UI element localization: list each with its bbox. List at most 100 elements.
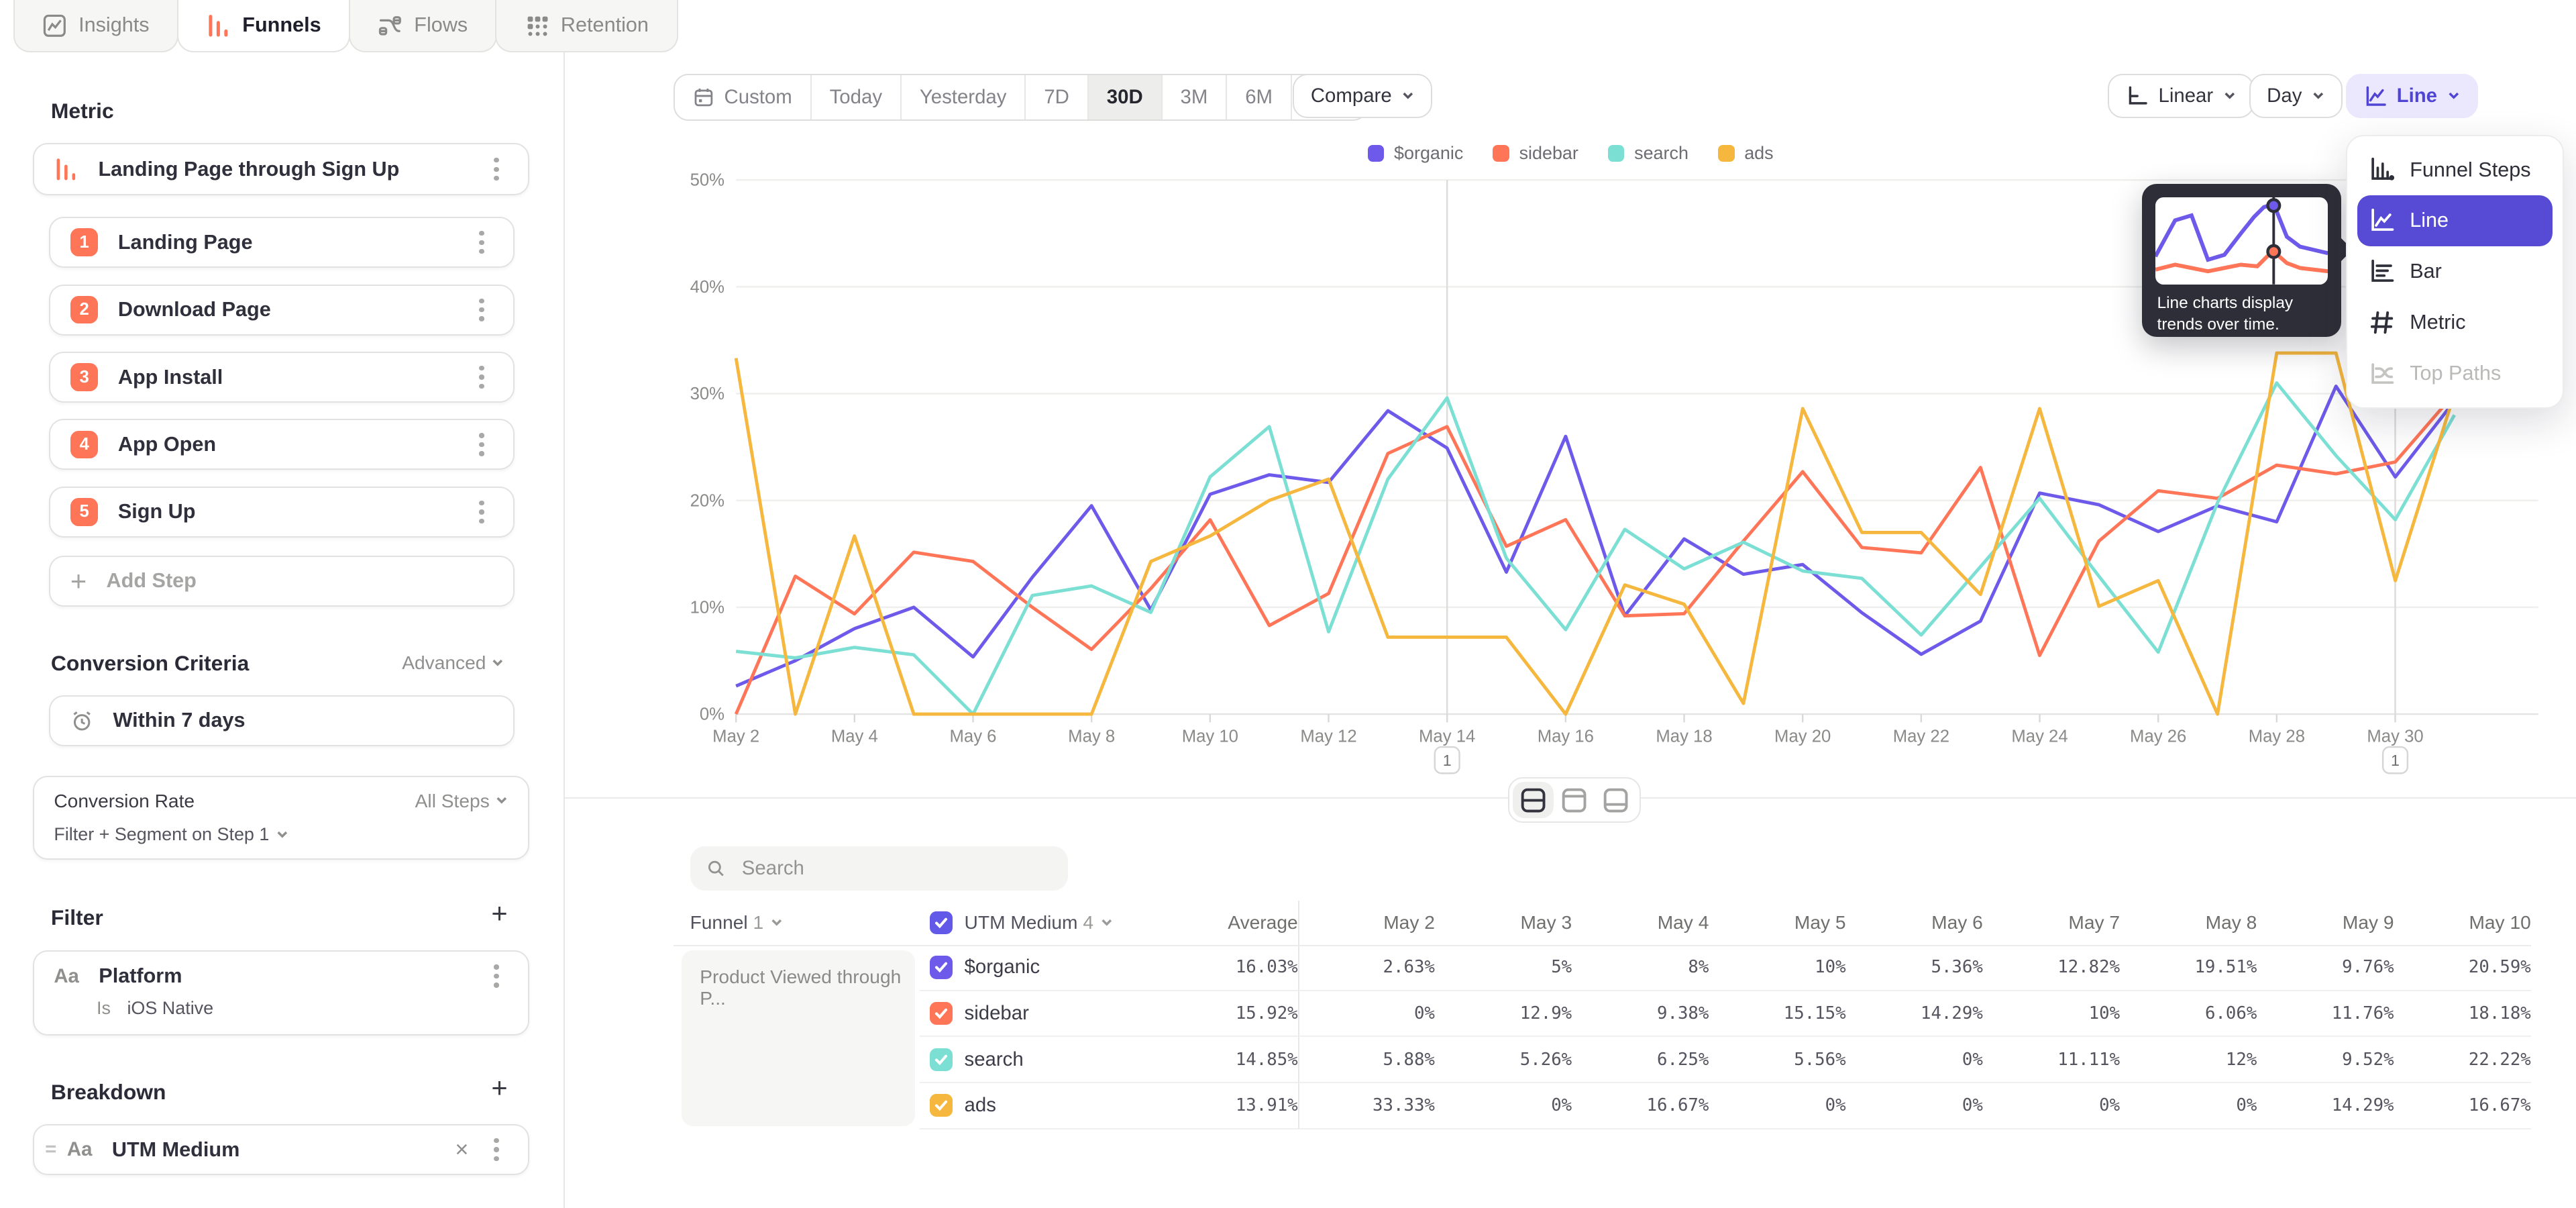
funnel-group-cell[interactable]: Product Viewed through P... [682,950,915,1126]
range-7d[interactable]: 7D [1026,75,1088,119]
chart-bottom-view-toggle[interactable] [1595,782,1636,818]
filter-heading: Filter [51,905,103,930]
value-cell: 5.88% [1298,1037,1435,1083]
value-column-header[interactable]: May 4 [1572,901,1709,946]
value-cell: 11.76% [2257,991,2394,1038]
kebab-menu-icon[interactable] [485,964,508,987]
date-range-segmented-control: CustomTodayYesterday7D30D3M6M12M [674,74,1368,121]
range-yesterday[interactable]: Yesterday [902,75,1026,119]
funnel-metric-card[interactable]: Landing Page through Sign Up [33,143,529,195]
menu-item-funnel-steps[interactable]: Funnel Steps [2347,144,2563,195]
series-row-label[interactable]: ads [920,1083,1163,1129]
series-row-label[interactable]: sidebar [920,991,1163,1038]
value-cell: 9.38% [1572,991,1709,1038]
select-all-checkbox[interactable] [930,911,953,934]
chevron-down-icon [2223,89,2237,103]
range-6m[interactable]: 6M [1227,75,1292,119]
line-chart-tooltip: Line charts display trends over time. [2142,184,2341,337]
filter-card[interactable]: Aa Platform Is iOS Native [33,950,529,1036]
report-tabs: Insights Funnels Flows Retention [13,0,677,52]
breakdown-column-header[interactable]: UTM Medium 4 [920,901,1163,946]
filter-operator[interactable]: Is [97,998,111,1019]
range-custom[interactable]: Custom [675,75,812,119]
annotation-badge[interactable] [2383,747,2408,773]
kebab-menu-icon[interactable] [470,366,493,389]
step-label: App Install [118,366,223,389]
funnel-step-card[interactable]: 3 App Install [49,352,514,403]
legend-item[interactable]: sidebar [1493,143,1578,164]
value-column-header[interactable]: May 8 [2120,901,2257,946]
split-view-toggle[interactable] [1513,782,1554,818]
plus-icon: + [70,565,87,597]
value-column-header[interactable]: May 7 [1983,901,2120,946]
value-cell: 12.82% [1983,945,2120,991]
series-row-label[interactable]: search [920,1037,1163,1083]
filter-value[interactable]: iOS Native [127,998,213,1019]
table-search[interactable] [690,846,1068,891]
compare-button[interactable]: Compare [1293,74,1432,118]
value-column-header[interactable]: May 5 [1709,901,1845,946]
step-label: Sign Up [118,500,196,523]
filter-segment-dropdown[interactable]: Filter + Segment on Step 1 [54,824,508,845]
value-column-header[interactable]: May 6 [1846,901,1983,946]
kebab-menu-icon[interactable] [470,299,493,321]
drag-handle-icon[interactable] [44,1142,58,1158]
add-filter-button[interactable]: + [491,897,507,929]
value-column-header[interactable]: Average [1163,901,1298,946]
series-checkbox[interactable] [930,956,953,978]
add-breakdown-button[interactable]: + [491,1072,507,1104]
all-steps-dropdown[interactable]: All Steps [415,791,508,812]
kebab-menu-icon[interactable] [485,1138,508,1161]
conversion-window-card[interactable]: Within 7 days [49,695,514,746]
range-3m[interactable]: 3M [1163,75,1228,119]
funnel-step-card[interactable]: 5 Sign Up [49,487,514,538]
funnel-step-card[interactable]: 2 Download Page [49,285,514,336]
menu-item-line[interactable]: Line [2357,195,2553,246]
string-property-icon: Aa [54,965,79,988]
menu-item-metric[interactable]: Metric [2347,297,2563,348]
funnel-step-card[interactable]: 4 App Open [49,419,514,470]
svg-text:May 12: May 12 [1300,727,1356,746]
range-30d[interactable]: 30D [1089,75,1163,119]
kebab-menu-icon[interactable] [470,433,493,456]
svg-text:1: 1 [2391,752,2400,769]
kebab-menu-icon[interactable] [470,501,493,523]
tab-insights[interactable]: Insights [13,0,179,52]
value-cell: 5.56% [1709,1037,1845,1083]
funnel-step-card[interactable]: 1 Landing Page [49,217,514,268]
close-icon[interactable]: × [455,1137,468,1163]
search-input[interactable] [739,856,1051,882]
value-column-header[interactable]: May 10 [2394,901,2531,946]
series-row-label[interactable]: $organic [920,945,1163,991]
tab-funnels[interactable]: Funnels [177,0,350,52]
annotation-badge[interactable] [1435,747,1460,773]
kebab-menu-icon[interactable] [485,158,508,181]
funnel-column-header[interactable]: Funnel 1 [674,901,920,946]
value-column-header[interactable]: May 2 [1298,901,1435,946]
breakdown-card[interactable]: Aa UTM Medium × [33,1124,529,1175]
add-step-button[interactable]: + Add Step [49,556,514,607]
legend-item[interactable]: search [1608,143,1688,164]
tab-retention[interactable]: Retention [495,0,678,52]
chart-type-dropdown[interactable]: Line [2346,74,2478,118]
menu-item-bar[interactable]: Bar [2347,246,2563,297]
tab-flows[interactable]: Flows [349,0,497,52]
series-checkbox[interactable] [930,1002,953,1025]
series-checkbox[interactable] [930,1048,953,1071]
value-column-header[interactable]: May 9 [2257,901,2394,946]
chart-top-view-toggle[interactable] [1554,782,1595,818]
chevron-down-icon [495,794,508,807]
legend-item[interactable]: $organic [1368,143,1463,164]
value-column-header[interactable]: May 3 [1435,901,1572,946]
range-today[interactable]: Today [812,75,902,119]
granularity-dropdown[interactable]: Day [2249,74,2343,118]
series-checkbox[interactable] [930,1094,953,1117]
kebab-menu-icon[interactable] [470,231,493,254]
chevron-down-icon [1100,916,1114,929]
advanced-dropdown[interactable]: Advanced [402,652,504,674]
conversion-window-label: Within 7 days [113,709,246,732]
value-cell: 0% [1709,1083,1845,1129]
value-cell: 0% [1983,1083,2120,1129]
legend-item[interactable]: ads [1718,143,1774,164]
scale-dropdown[interactable]: Linear [2108,74,2254,118]
